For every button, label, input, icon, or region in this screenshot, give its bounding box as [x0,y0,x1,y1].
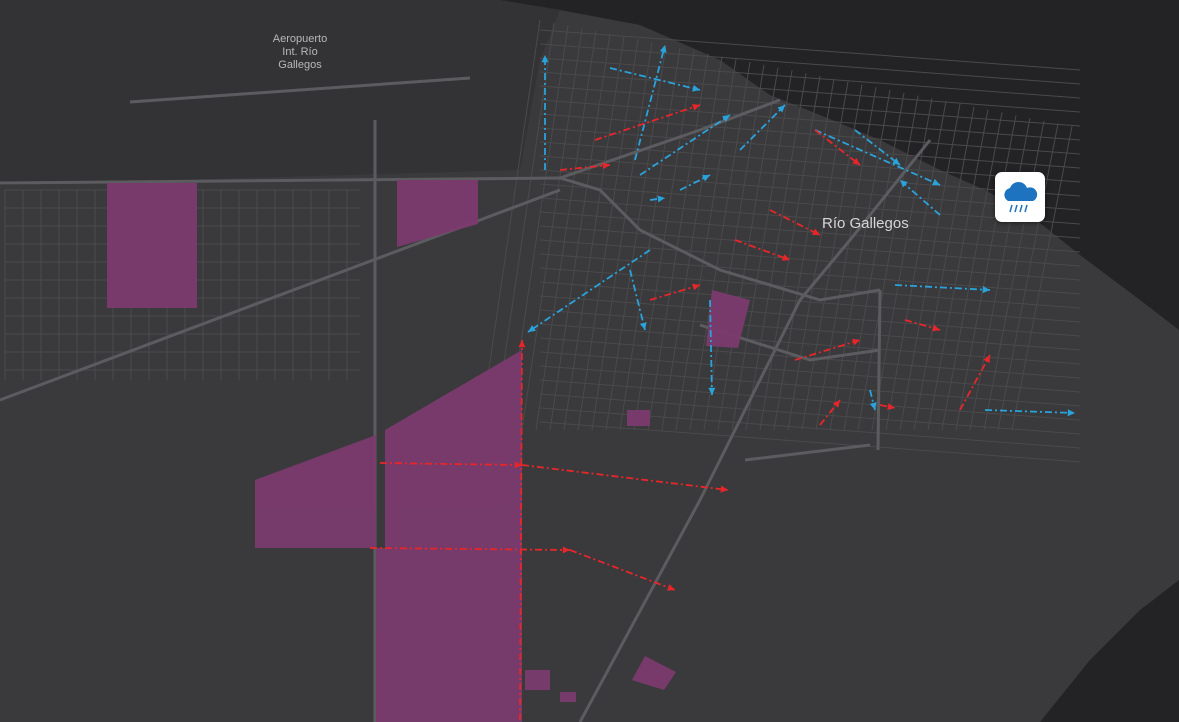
airport-label-line-1: Aeropuerto [273,33,327,45]
weather-button[interactable] [995,172,1045,222]
airport-label-line-2: Int. Río [282,46,317,58]
city-label: Río Gallegos [822,215,909,232]
airport-label-line-3: Gallegos [278,59,322,71]
rain-cloud-icon [1004,181,1038,213]
map-canvas[interactable]: Aeropuerto Int. Río Gallegos Río Gallego… [0,0,1179,722]
